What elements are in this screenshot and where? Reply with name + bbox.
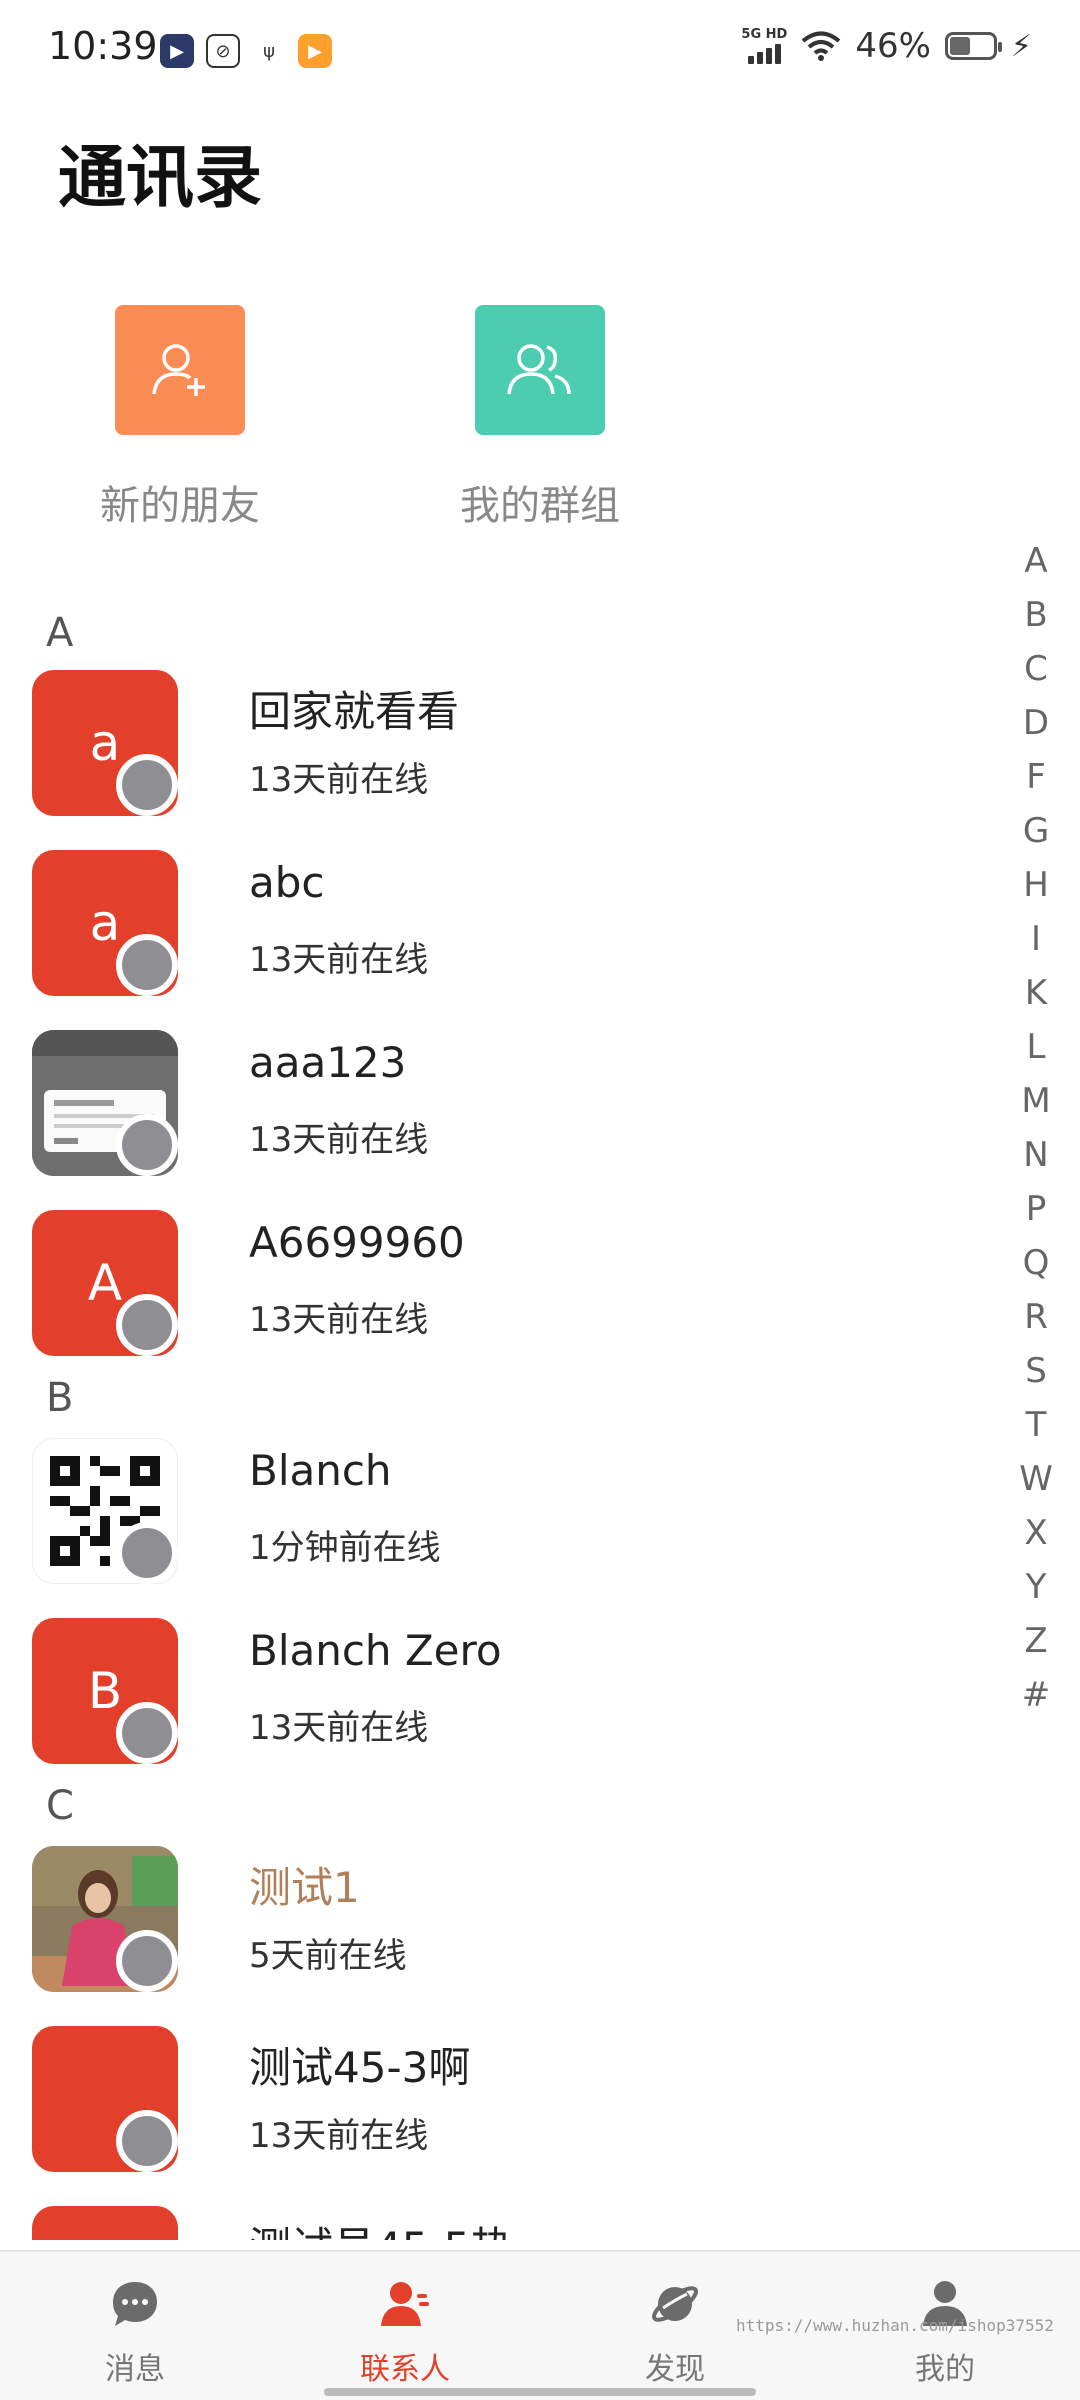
index-letter[interactable]: R [1024, 1290, 1048, 1344]
planet-icon [647, 2276, 703, 2332]
contact-name: 测试员45-5热 [249, 2214, 512, 2240]
signal-icon [747, 42, 781, 64]
battery-icon [944, 32, 1002, 60]
contact-row[interactable]: B Blanch Zero 13天前在线 [0, 1588, 1000, 1768]
contact-name: abc [249, 858, 325, 907]
presence-indicator [116, 1702, 178, 1764]
contact-last-online: 1分钟前在线 [249, 1528, 441, 1568]
contact-row[interactable]: 测试1 5天前在线 [0, 1816, 1000, 1996]
tab-discover-label: 发现 [645, 2352, 705, 2387]
media-app-icon: ▶ [298, 34, 332, 68]
presence-indicator [116, 934, 178, 996]
contacts-icon [377, 2276, 433, 2332]
chat-bubble-icon [107, 2276, 163, 2332]
index-letter[interactable]: I [1031, 912, 1041, 966]
status-time: 10:39 [48, 24, 158, 68]
index-letter[interactable]: C [1024, 642, 1048, 696]
index-letter[interactable]: K [1025, 966, 1047, 1020]
index-letter[interactable]: M [1021, 1074, 1050, 1128]
status-indicators: 5G HD 46% ⚡ [741, 26, 1032, 66]
contact-last-online: 13天前在线 [249, 1120, 429, 1160]
index-letter[interactable]: H [1023, 858, 1049, 912]
usb-icon: ψ [252, 34, 286, 68]
index-letter[interactable]: X [1024, 1506, 1047, 1560]
watermark-text: https://www.huzhan.com/ishop37552 [736, 2316, 1054, 2335]
network-label: 5G HD [741, 27, 788, 42]
page-title: 通讯录 [58, 139, 263, 218]
index-letter[interactable]: F [1026, 750, 1046, 804]
index-letter[interactable]: # [1022, 1668, 1051, 1722]
contact-name: A6699960 [249, 1218, 465, 1267]
index-letter[interactable]: D [1023, 696, 1049, 750]
contact-last-online: 5天前在线 [249, 1936, 407, 1976]
contact-last-online: 13天前在线 [249, 940, 429, 980]
contact-row[interactable]: Blanch 1分钟前在线 [0, 1408, 1000, 1588]
contact-last-online: 13天前在线 [249, 2116, 429, 2156]
charging-icon: ⚡ [1010, 28, 1032, 64]
index-letter[interactable]: S [1025, 1344, 1047, 1398]
contact-row[interactable]: 测试45-3啊 13天前在线 [0, 1996, 1000, 2176]
presence-indicator [116, 2110, 178, 2172]
video-app-icon: ▶ [160, 34, 194, 68]
contact-name: aaa123 [249, 1038, 407, 1087]
index-letter[interactable]: Q [1023, 1236, 1050, 1290]
group-icon [475, 305, 605, 435]
tab-contacts-label: 联系人 [360, 2352, 450, 2387]
new-friends-label: 新的朋友 [100, 483, 260, 529]
index-letter[interactable]: L [1027, 1020, 1046, 1074]
contact-row[interactable]: A A6699960 13天前在线 [0, 1180, 1000, 1360]
tab-messages[interactable]: 消息 [0, 2252, 270, 2400]
alphabet-index-bar[interactable]: A B C D F G H I K L M N P Q R S T W X Y Z # [1014, 534, 1058, 1722]
index-letter[interactable]: Z [1024, 1614, 1047, 1668]
battery-percent: 46% [855, 26, 931, 66]
contact-row[interactable]: aaa123 13天前在线 [0, 1000, 1000, 1180]
contact-name: Blanch [249, 1446, 392, 1495]
status-notification-icons: ▶ ⊘ ψ ▶ [160, 34, 332, 68]
contact-row[interactable]: 测试员45-5热 [0, 2176, 1000, 2240]
index-letter[interactable]: W [1019, 1452, 1053, 1506]
contact-name: 测试45-3啊 [249, 2043, 471, 2092]
tab-messages-label: 消息 [105, 2352, 165, 2387]
contact-name: Blanch Zero [249, 1626, 502, 1675]
my-groups-label: 我的群组 [460, 483, 620, 529]
contact-last-online: 13天前在线 [249, 1708, 429, 1748]
avatar [32, 2206, 178, 2240]
contact-name: 回家就看看 [249, 687, 460, 736]
home-indicator[interactable] [324, 2388, 756, 2396]
status-bar: 10:39 ▶ ⊘ ψ ▶ 5G HD 46% ⚡ [0, 0, 1080, 100]
index-letter[interactable]: B [1024, 588, 1047, 642]
my-groups-button[interactable]: 我的群组 [420, 305, 660, 531]
contact-row[interactable]: a abc 13天前在线 [0, 820, 1000, 1000]
index-letter[interactable]: T [1026, 1398, 1047, 1452]
contact-list[interactable]: A a 回家就看看 13天前在线 a abc 13天前在线 aaa123 13天… [0, 580, 1080, 2240]
wifi-icon [802, 31, 841, 61]
index-letter[interactable]: P [1026, 1182, 1047, 1236]
contact-last-online: 13天前在线 [249, 1300, 429, 1340]
presence-indicator [116, 1114, 178, 1176]
tab-contacts[interactable]: 联系人 [270, 2252, 540, 2400]
presence-indicator [116, 1930, 178, 1992]
index-letter[interactable]: N [1023, 1128, 1048, 1182]
add-user-icon [115, 305, 245, 435]
network-indicator: 5G HD [741, 28, 787, 64]
presence-indicator [116, 1294, 178, 1356]
index-letter[interactable]: Y [1026, 1560, 1047, 1614]
tab-me-label: 我的 [915, 2352, 975, 2387]
contact-name: 测试1 [249, 1863, 360, 1912]
presence-indicator [116, 754, 178, 816]
link-app-icon: ⊘ [206, 34, 240, 68]
index-letter[interactable]: G [1023, 804, 1049, 858]
presence-indicator [116, 1522, 178, 1584]
contact-last-online: 13天前在线 [249, 760, 429, 800]
new-friends-button[interactable]: 新的朋友 [60, 305, 300, 531]
contact-row[interactable]: a 回家就看看 13天前在线 [0, 640, 1000, 820]
index-letter[interactable]: A [1024, 534, 1047, 588]
